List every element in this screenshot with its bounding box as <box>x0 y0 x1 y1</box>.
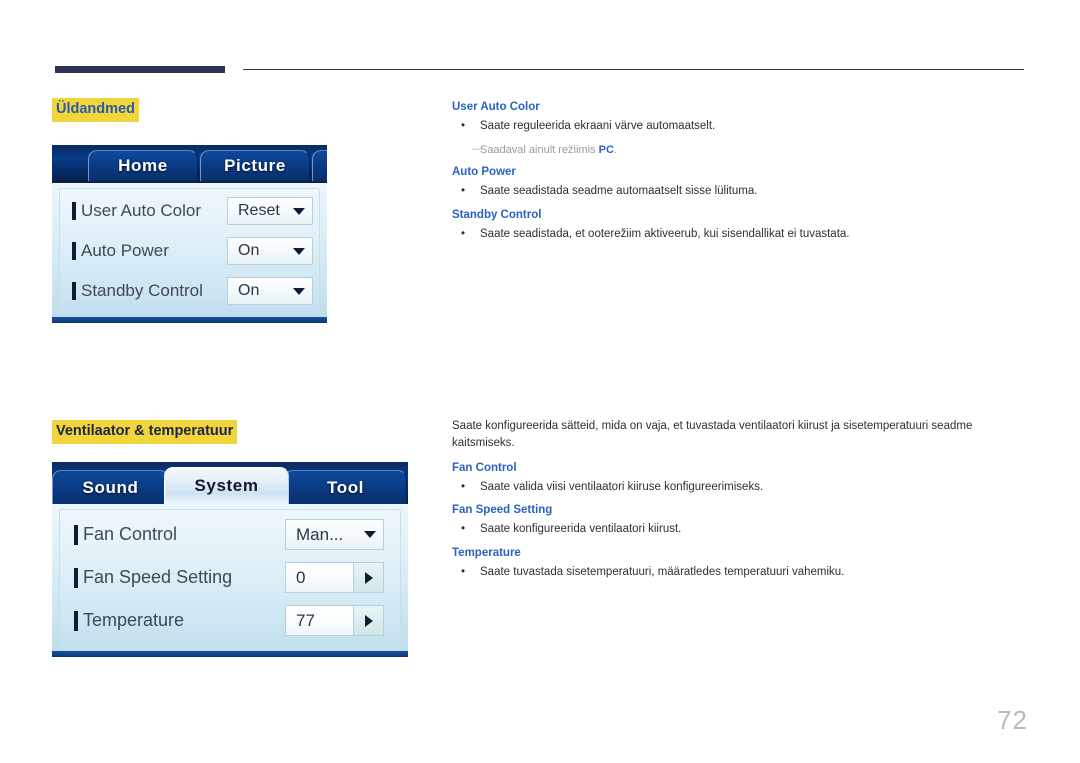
page-number: 72 <box>997 705 1028 735</box>
bullet-user-auto-color-1: • Saate reguleerida ekraani värve automa… <box>452 118 1012 135</box>
bullet-text: Saate seadistada, et ooterežiim aktiveer… <box>480 227 850 240</box>
osd-value-fan-speed-setting[interactable]: 0 <box>285 562 384 593</box>
osd-tab-system-label: System <box>194 476 259 495</box>
chevron-right-icon <box>364 614 373 627</box>
osd-tab-home[interactable]: Home <box>88 150 198 181</box>
note-suffix: . <box>613 143 617 156</box>
osd-tab-system[interactable]: System <box>164 467 289 504</box>
bullet-text: Saate reguleerida ekraani värve automaat… <box>480 120 716 133</box>
note-bold-pc: PC <box>598 143 614 156</box>
osd-tab-partial-next[interactable] <box>312 150 327 181</box>
row-marker-icon <box>74 567 78 588</box>
chevron-down-icon <box>293 287 305 295</box>
bullet-text: Saate konfigureerida ventilaatori kiirus… <box>480 523 682 536</box>
osd-row-fan-control[interactable]: Fan Control <box>74 524 177 545</box>
bullet-dot-icon: • <box>461 185 466 198</box>
osd-tab-picture-label: Picture <box>224 156 286 175</box>
term-auto-power: Auto Power <box>452 166 516 178</box>
chevron-down-icon <box>293 247 305 255</box>
bullet-dot-icon: • <box>461 480 466 493</box>
osd-body-system: Fan Control Man... Fan Speed Setting 0 T… <box>52 504 408 657</box>
osd-value-field-temperature[interactable]: 77 <box>285 605 354 636</box>
chevron-right-icon <box>364 571 373 584</box>
row-marker-icon <box>72 282 76 300</box>
row-marker-icon <box>74 610 78 631</box>
osd-row-auto-power[interactable]: Auto Power <box>72 241 169 261</box>
osd-value-text-standby-control: On <box>238 282 260 299</box>
osd-stepper-next-button-fan-speed-setting[interactable] <box>354 562 384 593</box>
osd-value-field-fan-speed-setting[interactable]: 0 <box>285 562 354 593</box>
osd-footerbar-general <box>52 317 327 323</box>
text-column-general: User Auto Color • Saate reguleerida ekra… <box>452 99 1012 249</box>
osd-row-label-fan-control: Fan Control <box>83 524 178 544</box>
osd-value-auto-power[interactable]: On <box>227 237 313 265</box>
osd-body-inner-general: User Auto Color Reset Auto Power On Stan… <box>59 188 320 316</box>
bullet-text: Saate tuvastada sisetemperatuuri, määrat… <box>480 565 845 578</box>
bullet-temperature-1: • Saate tuvastada sisetemperatuuri, määr… <box>452 564 997 581</box>
osd-footerbar-system <box>52 651 408 657</box>
intro-fan-temperature: Saate konfigureerida sätteid, mida on va… <box>452 420 973 450</box>
term-standby-control: Standby Control <box>452 208 542 221</box>
bullet-fan-speed-setting-1: • Saate konfigureerida ventilaatori kiir… <box>452 521 997 538</box>
osd-value-fan-control[interactable]: Man... <box>285 519 384 550</box>
row-marker-icon <box>72 202 76 220</box>
osd-row-standby-control[interactable]: Standby Control <box>72 281 203 301</box>
row-marker-icon <box>72 242 76 260</box>
bullet-auto-power-1: • Saate seadistada seadme automaatselt s… <box>452 183 1012 200</box>
term-fan-control: Fan Control <box>452 461 517 474</box>
osd-row-fan-speed-setting[interactable]: Fan Speed Setting <box>74 567 232 588</box>
osd-body-inner-system: Fan Control Man... Fan Speed Setting 0 T… <box>59 509 401 650</box>
bullet-dot-icon: • <box>461 227 466 240</box>
row-marker-icon <box>74 524 78 545</box>
osd-tab-tool-label: Tool <box>326 477 364 497</box>
bullet-text: Saate seadistada seadme automaatselt sis… <box>480 185 758 198</box>
bullet-dot-icon: • <box>461 565 466 578</box>
bullet-standby-control-1: • Saate seadistada, et ooterežiim aktive… <box>452 226 1012 243</box>
note-user-auto-color: — Saadaval ainult režiimis PC. <box>452 142 1012 159</box>
osd-tab-sound[interactable]: Sound <box>52 470 169 504</box>
osd-row-user-auto-color[interactable]: User Auto Color <box>72 201 201 221</box>
osd-value-text-fan-speed-setting: 0 <box>296 567 306 587</box>
osd-body-general: User Auto Color Reset Auto Power On Stan… <box>52 183 327 323</box>
section-heading-general: Üldandmed <box>52 98 139 123</box>
osd-row-label-auto-power: Auto Power <box>81 241 169 260</box>
term-temperature: Temperature <box>452 546 521 559</box>
osd-value-text-user-auto-color: Reset <box>238 202 280 219</box>
term-fan-speed-setting: Fan Speed Setting <box>452 504 553 516</box>
osd-row-label-fan-speed-setting: Fan Speed Setting <box>83 567 233 587</box>
osd-value-text-temperature: 77 <box>296 610 315 630</box>
osd-value-text-fan-control: Man... <box>296 524 344 544</box>
header-rule-thick <box>55 66 225 73</box>
osd-row-temperature[interactable]: Temperature <box>74 610 184 631</box>
header-rule-thin <box>243 69 1024 70</box>
osd-tabbar-system: Sound System Tool <box>52 462 408 504</box>
term-user-auto-color: User Auto Color <box>452 101 540 113</box>
chevron-down-icon <box>293 207 305 215</box>
section-heading-fan-temperature: Ventilaator & temperatuur <box>52 420 238 445</box>
osd-tab-picture[interactable]: Picture <box>200 150 310 181</box>
osd-tab-sound-label: Sound <box>82 477 139 497</box>
bullet-dot-icon: • <box>461 523 466 536</box>
note-prefix: Saadaval ainult režiimis <box>480 143 599 156</box>
dash-icon: — <box>472 142 483 155</box>
bullet-dot-icon: • <box>461 120 466 133</box>
osd-stepper-next-button-temperature[interactable] <box>354 605 384 636</box>
bullet-text: Saate valida viisi ventilaatori kiiruse … <box>480 480 764 493</box>
osd-row-label-user-auto-color: User Auto Color <box>81 201 201 220</box>
osd-panel-system: Sound System Tool Fan Control Man... Fan… <box>52 462 408 657</box>
osd-value-text-auto-power: On <box>238 242 260 259</box>
osd-row-label-standby-control: Standby Control <box>81 281 203 300</box>
osd-row-label-temperature: Temperature <box>83 610 185 630</box>
chevron-down-icon <box>364 531 376 538</box>
osd-panel-general: Home Picture User Auto Color Reset Auto … <box>52 145 327 323</box>
osd-tab-tool[interactable]: Tool <box>284 470 407 504</box>
osd-value-user-auto-color[interactable]: Reset <box>227 197 313 225</box>
bullet-fan-control-1: • Saate valida viisi ventilaatori kiirus… <box>452 479 997 496</box>
osd-tab-home-label: Home <box>118 156 168 175</box>
text-column-fan-temperature: Saate konfigureerida sätteid, mida on va… <box>452 418 997 587</box>
osd-tabbar-general: Home Picture <box>52 145 327 183</box>
osd-value-temperature[interactable]: 77 <box>285 605 384 636</box>
osd-value-standby-control[interactable]: On <box>227 277 313 305</box>
